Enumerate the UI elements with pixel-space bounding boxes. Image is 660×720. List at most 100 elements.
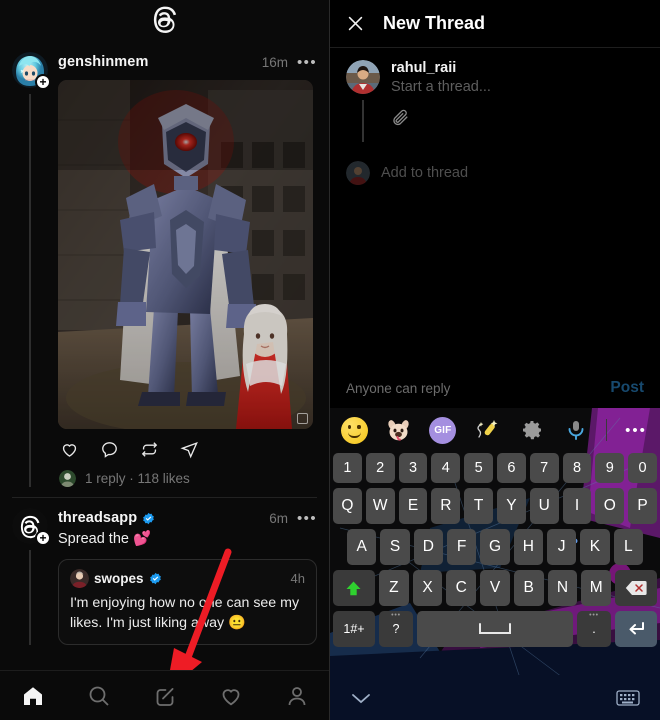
key-3[interactable]: 3	[398, 453, 428, 483]
feed-post[interactable]: + threadsapp 6m ••• Spread the 💕 swopes …	[0, 498, 329, 645]
settings-icon[interactable]	[517, 415, 547, 445]
nav-search[interactable]	[86, 683, 112, 709]
post-button[interactable]: Post	[610, 379, 644, 397]
question-key[interactable]: ••• ?	[379, 611, 413, 647]
space-key[interactable]	[417, 611, 573, 647]
keyboard-key-rows: 1 2 3 4 5 6 7 8 9 0 Q W E R T Y U I O P …	[330, 452, 660, 647]
key-l[interactable]: L	[613, 529, 643, 565]
composer-avatar[interactable]	[346, 60, 380, 94]
key-v[interactable]: V	[480, 570, 510, 606]
post-menu-icon[interactable]: •••	[297, 511, 317, 526]
key-9[interactable]: 9	[595, 453, 625, 483]
key-2[interactable]: 2	[365, 453, 395, 483]
reply-icon[interactable]	[100, 440, 119, 459]
chevron-down-icon[interactable]	[350, 691, 372, 705]
gif-icon[interactable]: GIF	[428, 415, 458, 445]
key-7[interactable]: 7	[529, 453, 559, 483]
key-f[interactable]: F	[447, 529, 477, 565]
key-j[interactable]: J	[546, 529, 577, 565]
key-4[interactable]: 4	[431, 453, 461, 483]
key-k[interactable]: K	[580, 529, 610, 565]
key-h[interactable]: H	[513, 529, 543, 565]
key-g[interactable]: G	[480, 529, 510, 565]
key-s[interactable]: S	[380, 529, 410, 565]
thread-connector-line	[29, 550, 31, 645]
keyboard-icon[interactable]	[616, 689, 640, 707]
period-key[interactable]: ••• .	[577, 611, 611, 647]
nav-activity[interactable]	[218, 683, 244, 709]
key-c[interactable]: C	[446, 570, 477, 606]
key-8[interactable]: 8	[562, 453, 592, 483]
post-username[interactable]: threadsapp	[58, 510, 137, 526]
magic-wand-icon[interactable]	[472, 415, 502, 445]
post-header: threadsapp 6m •••	[58, 508, 317, 528]
key-b[interactable]: B	[513, 570, 544, 606]
home-icon	[24, 686, 42, 705]
key-x[interactable]: X	[412, 570, 443, 606]
backspace-icon	[625, 581, 647, 595]
replier-avatar	[59, 470, 76, 487]
key-y[interactable]: Y	[497, 488, 526, 524]
key-u[interactable]: U	[529, 488, 559, 524]
more-icon[interactable]: •••	[621, 415, 651, 445]
app-screen: + genshinmem 16m ••• 1 reply · 118 likes…	[0, 0, 660, 720]
key-z[interactable]: Z	[378, 570, 409, 606]
symbols-key[interactable]: 1#+	[333, 611, 375, 647]
avatar-column: +	[12, 508, 51, 645]
quoted-avatar[interactable]	[70, 568, 89, 588]
key-p[interactable]: P	[628, 488, 657, 524]
key-w[interactable]: W	[365, 488, 395, 524]
search-icon	[89, 686, 109, 706]
follow-plus-badge[interactable]: +	[35, 74, 51, 90]
paperclip-icon[interactable]	[391, 108, 410, 127]
key-r[interactable]: R	[431, 488, 461, 524]
feed-post[interactable]: + genshinmem 16m ••• 1 reply · 118 likes	[0, 42, 329, 498]
microphone-icon[interactable]	[561, 415, 591, 445]
key-d[interactable]: D	[413, 529, 443, 565]
key-0[interactable]: 0	[628, 453, 657, 483]
key-1[interactable]: 1	[333, 453, 362, 483]
composer-body: rahul_raii Start a thread... Add to thre…	[330, 48, 660, 185]
enter-key[interactable]	[615, 611, 657, 647]
avatar[interactable]: +	[12, 508, 51, 546]
nav-home[interactable]	[20, 683, 46, 709]
image-expand-icon[interactable]	[297, 413, 308, 424]
post-username[interactable]: genshinmem	[58, 54, 148, 70]
emoji-icon[interactable]	[339, 415, 369, 445]
backspace-key[interactable]	[615, 570, 658, 606]
key-i[interactable]: I	[562, 488, 592, 524]
key-o[interactable]: O	[595, 488, 625, 524]
key-m[interactable]: M	[581, 570, 612, 606]
share-icon[interactable]	[180, 440, 199, 459]
key-t[interactable]: T	[464, 488, 493, 524]
key-5[interactable]: 5	[464, 453, 493, 483]
post-meta[interactable]: 1 reply · 118 likes	[58, 470, 317, 487]
enter-icon	[629, 622, 644, 635]
verified-badge-icon	[149, 572, 161, 584]
key-n[interactable]: N	[547, 570, 578, 606]
post-menu-icon[interactable]: •••	[297, 55, 317, 70]
thread-text-input[interactable]: Start a thread...	[391, 79, 644, 95]
key-q[interactable]: Q	[333, 488, 362, 524]
heart-icon	[222, 688, 240, 705]
shift-key[interactable]	[332, 570, 375, 606]
like-icon[interactable]	[60, 440, 79, 459]
quoted-post[interactable]: swopes 4h I'm enjoying how no one can se…	[58, 558, 317, 645]
follow-plus-badge[interactable]: +	[35, 530, 51, 546]
quoted-username[interactable]: swopes	[94, 571, 144, 586]
close-icon[interactable]	[346, 14, 365, 33]
avatar[interactable]: +	[12, 52, 51, 90]
nav-profile[interactable]	[284, 683, 310, 709]
space-icon	[479, 623, 511, 634]
key-6[interactable]: 6	[497, 453, 526, 483]
key-e[interactable]: E	[398, 488, 428, 524]
repost-icon[interactable]	[140, 440, 159, 459]
post-image[interactable]	[58, 80, 313, 429]
keyboard-toolbar: GIF •••	[330, 408, 660, 452]
add-to-thread-row[interactable]: Add to thread	[346, 161, 644, 185]
reply-setting-label[interactable]: Anyone can reply	[346, 381, 450, 396]
sticker-icon[interactable]	[383, 415, 413, 445]
nav-compose[interactable]	[152, 683, 178, 709]
keyboard-content: G I F ••• 1 2 3 4 5 6 7 8 9 0 Q W E R T Y …	[330, 408, 660, 647]
key-a[interactable]: A	[347, 529, 377, 565]
